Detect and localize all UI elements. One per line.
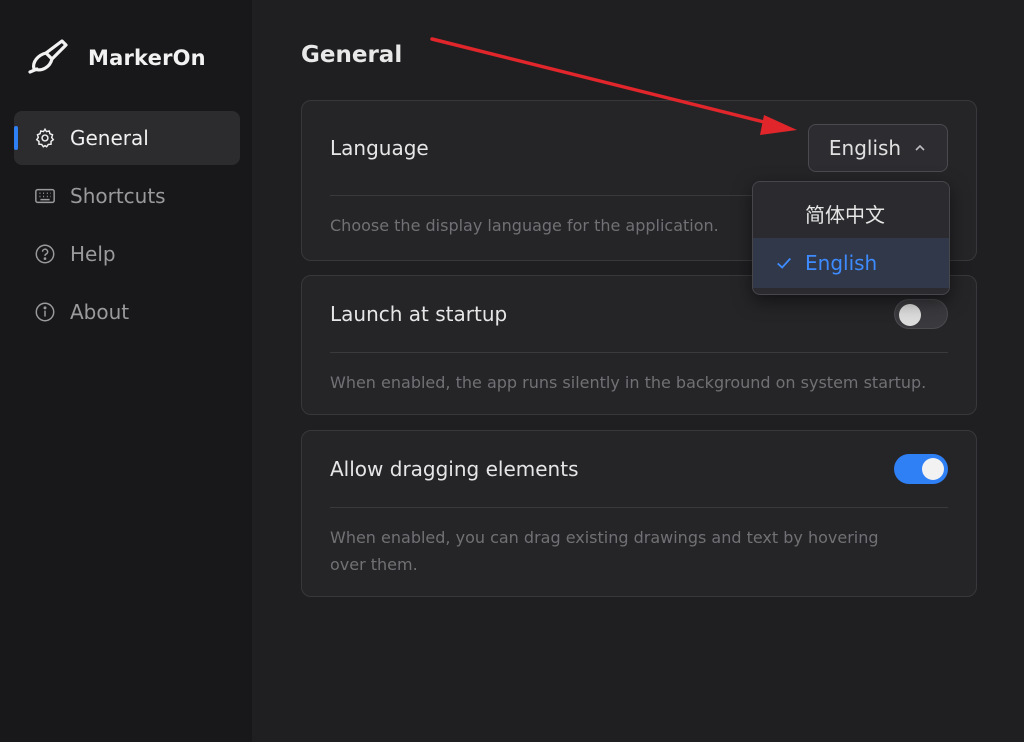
help-circle-icon	[32, 241, 58, 267]
language-option-label: English	[805, 251, 878, 275]
language-option-zh[interactable]: 简体中文	[753, 188, 949, 238]
gear-icon	[32, 125, 58, 151]
dragging-card: Allow dragging elements When enabled, yo…	[301, 430, 977, 597]
main-panel: General Language English Choose the disp…	[252, 0, 1024, 742]
sidebar-nav: General Shortcuts Help About	[14, 111, 240, 343]
dragging-toggle[interactable]	[894, 454, 948, 484]
sidebar-item-label: General	[70, 126, 149, 150]
checkmark-icon	[775, 253, 795, 273]
info-circle-icon	[32, 299, 58, 325]
sidebar-item-general[interactable]: General	[14, 111, 240, 165]
chevron-up-icon	[913, 141, 927, 155]
sidebar-item-label: Help	[70, 242, 116, 266]
brand: MarkerOn	[28, 36, 206, 80]
sidebar-item-shortcuts[interactable]: Shortcuts	[14, 169, 240, 223]
language-select[interactable]: English	[808, 124, 948, 172]
app-name: MarkerOn	[88, 46, 206, 70]
startup-card: Launch at startup When enabled, the app …	[301, 275, 977, 415]
sidebar-item-help[interactable]: Help	[14, 227, 240, 281]
language-dropdown: 简体中文 English	[752, 181, 950, 295]
dragging-label: Allow dragging elements	[330, 457, 579, 481]
language-option-label: 简体中文	[805, 202, 885, 227]
sidebar-item-label: Shortcuts	[70, 184, 166, 208]
language-select-value: English	[828, 136, 902, 160]
keyboard-icon	[32, 183, 58, 209]
toggle-knob	[922, 458, 944, 480]
language-option-en[interactable]: English	[753, 238, 949, 288]
dragging-description: When enabled, you can drag existing draw…	[330, 528, 879, 574]
startup-toggle[interactable]	[894, 299, 948, 329]
sidebar: MarkerOn General Shortcuts Help About	[0, 0, 252, 742]
page-title: General	[301, 42, 403, 68]
startup-description: When enabled, the app runs silently in t…	[330, 373, 927, 392]
language-label: Language	[330, 136, 429, 160]
startup-label: Launch at startup	[330, 302, 508, 326]
sidebar-item-about[interactable]: About	[14, 285, 240, 339]
sidebar-item-label: About	[70, 300, 130, 324]
marker-logo-icon	[28, 36, 72, 80]
toggle-knob	[899, 304, 921, 326]
